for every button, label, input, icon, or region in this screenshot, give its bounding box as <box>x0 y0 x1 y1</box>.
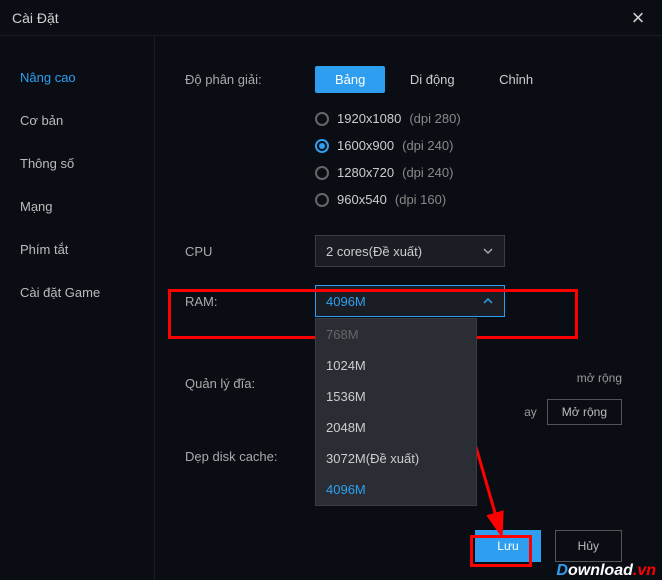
tab-mobile[interactable]: Di động <box>390 66 475 93</box>
sidebar-item-advanced[interactable]: Nâng cao <box>0 56 154 99</box>
ram-option-768[interactable]: 768M <box>316 319 476 350</box>
save-button[interactable]: Lưu <box>475 530 540 562</box>
ram-value: 4096M <box>326 294 366 309</box>
sidebar-item-info[interactable]: Thông số <box>0 142 154 185</box>
sidebar-item-network[interactable]: Mạng <box>0 185 154 228</box>
watermark: Download.vn <box>556 562 656 580</box>
resolution-label: Độ phân giải: <box>185 72 315 87</box>
ram-option-1024[interactable]: 1024M <box>316 350 476 381</box>
sidebar-item-gamesettings[interactable]: Cài đặt Game <box>0 271 154 314</box>
tab-custom[interactable]: Chỉnh <box>479 66 553 93</box>
sidebar-item-basic[interactable]: Cơ bản <box>0 99 154 142</box>
chevron-up-icon <box>482 295 494 307</box>
cpu-select[interactable]: 2 cores(Đề xuất) <box>315 235 505 267</box>
radio-1280[interactable]: 1280x720 (dpi 240) <box>315 159 622 186</box>
disk-label: Quản lý đĩa: <box>185 376 315 391</box>
sidebar: Nâng cao Cơ bản Thông số Mạng Phím tắt C… <box>0 36 155 580</box>
radio-960[interactable]: 960x540 (dpi 160) <box>315 186 622 213</box>
tab-table[interactable]: Bảng <box>315 66 385 93</box>
ram-label: RAM: <box>185 294 315 309</box>
close-icon[interactable]: × <box>626 5 650 31</box>
cancel-button[interactable]: Hủy <box>555 530 622 562</box>
ram-option-2048[interactable]: 2048M <box>316 412 476 443</box>
disk-expand-text: mở rộng <box>577 371 622 385</box>
disk-play-text: ay <box>524 405 537 419</box>
expand-button[interactable]: Mở rộng <box>547 399 622 425</box>
radio-icon <box>315 166 329 180</box>
ram-option-3072[interactable]: 3072M(Đề xuất) <box>316 443 476 474</box>
ram-dropdown: 768M 1024M 1536M 2048M 3072M(Đề xuất) 40… <box>315 318 477 506</box>
radio-icon <box>315 112 329 126</box>
chevron-down-icon <box>482 245 494 257</box>
cpu-value: 2 cores(Đề xuất) <box>326 244 422 259</box>
ram-select[interactable]: 4096M 768M 1024M 1536M 2048M 3072M(Đề xu… <box>315 285 505 317</box>
dep-label: Dẹp disk cache: <box>185 449 315 464</box>
cpu-label: CPU <box>185 244 315 259</box>
titlebar: Cài Đặt × <box>0 0 662 36</box>
sidebar-item-shortcuts[interactable]: Phím tắt <box>0 228 154 271</box>
window-title: Cài Đặt <box>12 10 59 26</box>
ram-option-4096[interactable]: 4096M <box>316 474 476 505</box>
ram-option-1536[interactable]: 1536M <box>316 381 476 412</box>
main-panel: Độ phân giải: Bảng Di động Chỉnh 1920x10… <box>155 36 662 580</box>
radio-icon <box>315 139 329 153</box>
radio-icon <box>315 193 329 207</box>
radio-1920[interactable]: 1920x1080 (dpi 280) <box>315 105 622 132</box>
radio-1600[interactable]: 1600x900 (dpi 240) <box>315 132 622 159</box>
